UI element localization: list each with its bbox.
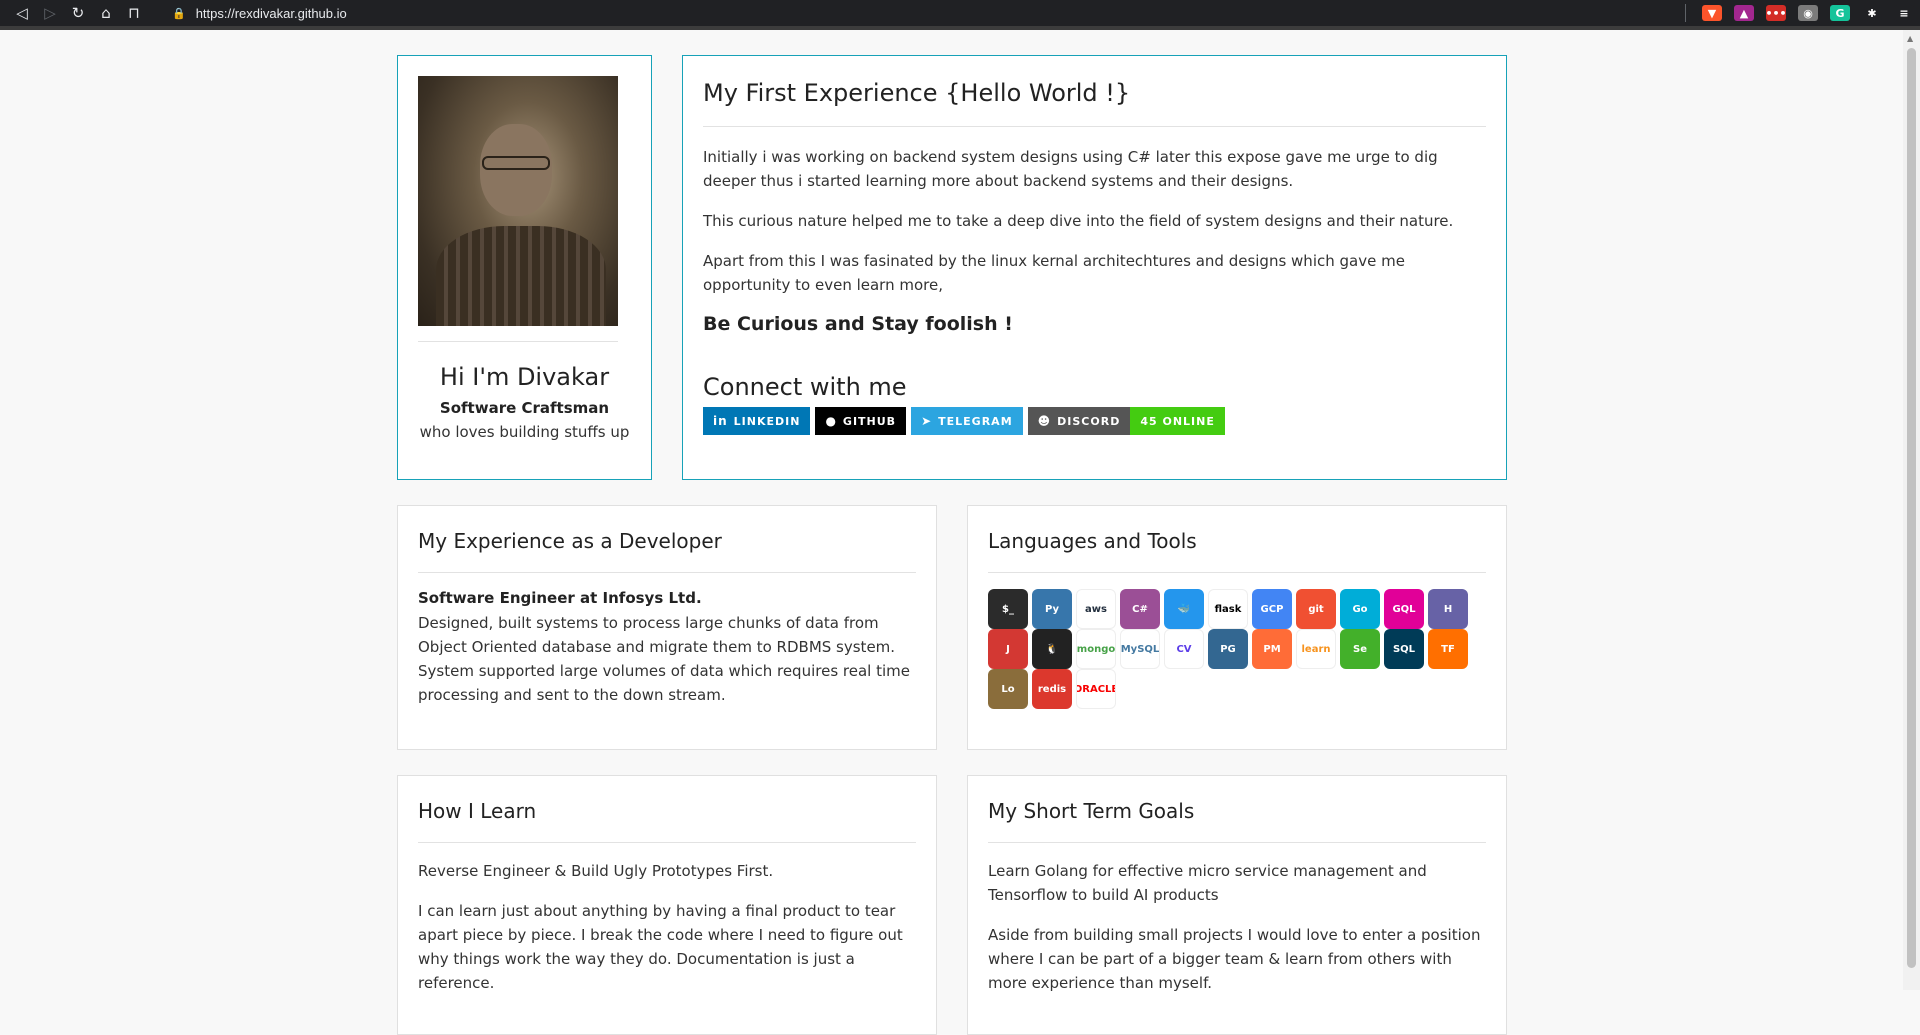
- bash-icon: $_: [988, 589, 1028, 629]
- learn-paragraph: I can learn just about anything by havin…: [418, 902, 903, 992]
- social-badges: in LINKEDIN ● GITHUB ➤ TELEGRAM ☻ DISCOR…: [703, 407, 1486, 435]
- gcp-icon: GCP: [1252, 589, 1292, 629]
- divider: [988, 842, 1486, 843]
- experience-title: My Experience as a Developer: [418, 529, 722, 553]
- lastpass-icon[interactable]: •••: [1765, 5, 1787, 21]
- locust-icon: Lo: [988, 669, 1028, 709]
- python-icon: Py: [1032, 589, 1072, 629]
- csharp-icon: C#: [1120, 589, 1160, 629]
- jenkins-icon: J: [988, 629, 1028, 669]
- puzzle-icon[interactable]: ✱: [1862, 5, 1882, 21]
- divider: [418, 842, 916, 843]
- scroll-up-icon[interactable]: ▲: [1907, 34, 1913, 43]
- divider: [418, 572, 916, 573]
- tools-title: Languages and Tools: [988, 529, 1197, 553]
- redis-icon: redis: [1032, 669, 1072, 709]
- menu-icon[interactable]: ≡: [1894, 5, 1914, 21]
- telegram-badge[interactable]: ➤ TELEGRAM: [911, 407, 1023, 435]
- intro-card: My First Experience {Hello World !} Init…: [682, 55, 1507, 480]
- mongodb-icon: mongo: [1076, 629, 1116, 669]
- heroku-icon: H: [1428, 589, 1468, 629]
- experience-card: My Experience as a Developer Software En…: [397, 505, 937, 750]
- online-label: 45 ONLINE: [1140, 414, 1215, 428]
- divider: [703, 126, 1486, 127]
- toolbar-divider: [1685, 4, 1686, 22]
- scikit-learn-icon: learn: [1296, 629, 1336, 669]
- intro-paragraph: Apart from this I was fasinated by the l…: [703, 252, 1405, 294]
- linkedin-label: LINKEDIN: [733, 414, 801, 428]
- sqlite-icon: SQL: [1384, 629, 1424, 669]
- reload-icon[interactable]: ↻: [64, 0, 92, 26]
- connect-heading: Connect with me: [703, 373, 907, 401]
- mysql-icon: MySQL: [1120, 629, 1160, 669]
- profile-card: Hi I'm Divakar Software Craftsman who lo…: [397, 55, 652, 480]
- goals-paragraph: Learn Golang for effective micro service…: [988, 862, 1427, 904]
- flask-icon: flask: [1208, 589, 1248, 629]
- discord-online-count[interactable]: 45 ONLINE: [1130, 407, 1225, 435]
- github-label: GITHUB: [842, 414, 897, 428]
- discord-icon: ☻: [1037, 414, 1052, 428]
- go-icon: Go: [1340, 589, 1380, 629]
- github-icon: ●: [825, 414, 837, 428]
- learn-paragraph: Reverse Engineer & Build Ugly Prototypes…: [418, 862, 774, 880]
- oracle-icon: ORACLE: [1076, 669, 1116, 709]
- linkedin-icon: in: [713, 414, 728, 428]
- aws-icon: aws: [1076, 589, 1116, 629]
- docker-icon: 🐳: [1164, 589, 1204, 629]
- lock-icon: 🔒: [172, 7, 186, 20]
- url-text: https://rexdivakar.github.io: [195, 5, 347, 21]
- graphql-icon: GQL: [1384, 589, 1424, 629]
- home-icon[interactable]: ⌂: [92, 0, 120, 26]
- discord-label: DISCORD: [1057, 414, 1121, 428]
- goals-card: My Short Term Goals Learn Golang for eff…: [967, 775, 1507, 1035]
- profile-role: Software Craftsman: [439, 399, 610, 417]
- profile-photo: [418, 76, 618, 326]
- goals-title: My Short Term Goals: [988, 799, 1195, 823]
- selenium-icon: Se: [1340, 629, 1380, 669]
- page-scrollbar[interactable]: ▲: [1903, 30, 1920, 990]
- brave-rewards-icon[interactable]: ▲: [1734, 5, 1754, 21]
- goals-paragraph: Aside from building small projects I wou…: [988, 926, 1481, 992]
- profile-name: Hi I'm Divakar: [439, 363, 610, 391]
- tensorflow-icon: TF: [1428, 629, 1468, 669]
- tools-grid: $_ Py aws C# 🐳 flask GCP git Go GQL H J 🐧 mongo MySQL C…: [988, 589, 1488, 709]
- motto: Be Curious and Stay foolish !: [703, 313, 1013, 335]
- linux-icon: 🐧: [1032, 629, 1072, 669]
- linkedin-badge[interactable]: in LINKEDIN: [703, 407, 811, 435]
- grammarly-icon[interactable]: G: [1830, 5, 1850, 21]
- job-title: Software Engineer at Infosys Ltd.: [418, 589, 702, 607]
- git-icon: git: [1296, 589, 1336, 629]
- postman-icon: PM: [1252, 629, 1292, 669]
- job-description: Designed, built systems to process large…: [418, 614, 910, 704]
- profile-tagline: who loves building stuffs up: [419, 423, 630, 441]
- divider: [418, 341, 618, 342]
- intro-paragraph: Initially i was working on backend syste…: [703, 148, 1438, 190]
- learn-card: How I Learn Reverse Engineer & Build Ugl…: [397, 775, 937, 1035]
- telegram-icon: ➤: [921, 414, 933, 428]
- browser-toolbar: ◁ ▷ ↻ ⌂ ⊓ 🔒 https://rexdivakar.github.io…: [0, 0, 1920, 26]
- scrollbar-thumb[interactable]: [1907, 48, 1916, 968]
- bookmark-icon[interactable]: ⊓: [120, 0, 148, 26]
- address-bar[interactable]: 🔒 https://rexdivakar.github.io: [172, 4, 347, 22]
- tools-card: Languages and Tools $_ Py aws C# 🐳 flask GCP gi…: [967, 505, 1507, 750]
- extensions-area: ▼ ▲ ••• ◉ G ✱ ≡: [1685, 0, 1920, 26]
- brave-icon[interactable]: ▼: [1702, 5, 1722, 21]
- github-badge[interactable]: ● GITHUB: [815, 407, 907, 435]
- telegram-label: TELEGRAM: [938, 414, 1013, 428]
- opencv-icon: CV: [1164, 629, 1204, 669]
- toolbar-shadow: [0, 26, 1920, 30]
- learn-title: How I Learn: [418, 799, 537, 823]
- intro-paragraph: This curious nature helped me to take a …: [703, 212, 1454, 230]
- discord-badge[interactable]: ☻ DISCORD: [1027, 407, 1131, 435]
- forward-icon[interactable]: ▷: [36, 0, 64, 26]
- divider: [988, 572, 1486, 573]
- back-icon[interactable]: ◁: [8, 0, 36, 26]
- postgresql-icon: PG: [1208, 629, 1248, 669]
- extension-icon[interactable]: ◉: [1798, 5, 1818, 21]
- intro-title: My First Experience {Hello World !}: [703, 79, 1131, 107]
